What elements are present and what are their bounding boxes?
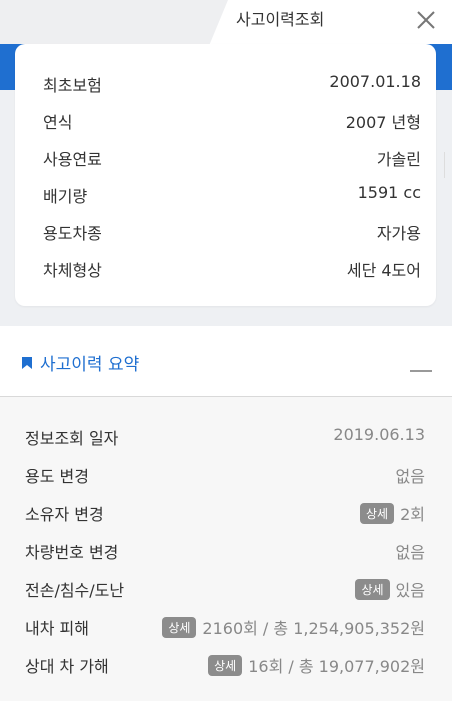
summary-value: 2019.06.13 [333,425,425,444]
summary-value: 16회 / 총 19,077,902원 [248,657,425,676]
info-row: 최초보험 2007.01.18 [43,68,421,98]
info-row: 배기량 1591 cc [43,179,421,209]
summary-row: 상대 차 가해 상세 16회 / 총 19,077,902원 [25,649,425,679]
side-indicator [444,152,452,178]
info-value: 세단 4도어 [346,261,421,280]
summary-value: 있음 [395,581,425,600]
info-row: 연식 2007 년형 [43,105,421,135]
info-label: 배기량 [43,187,88,206]
detail-button[interactable]: 상세 [208,655,243,676]
summary-label: 차량번호 변경 [25,543,119,562]
info-label: 차체형상 [43,261,102,280]
info-label: 연식 [43,113,73,132]
accident-summary-header: 사고이력 요약 [0,326,452,397]
info-label: 용도차종 [43,224,102,243]
summary-row: 내차 피해 상세 2160회 / 총 1,254,905,352원 [25,611,425,641]
summary-value-group: 상세 2160회 / 총 1,254,905,352원 [162,615,425,639]
page-title: 사고이력조회 [236,10,325,29]
info-value: 1591 cc [357,183,421,202]
top-bar: 사고이력조회 [0,0,452,44]
section-title: 사고이력 요약 [40,355,140,375]
summary-row: 차량번호 변경 없음 [25,535,425,565]
detail-button[interactable]: 상세 [355,579,390,600]
inactive-tab-area [0,0,228,44]
bookmark-icon [22,357,32,369]
info-value: 2007.01.18 [329,72,421,91]
info-row: 용도차종 자가용 [43,216,421,246]
info-row: 사용연료 가솔린 [43,142,421,172]
info-value: 가솔린 [376,150,421,169]
summary-row: 용도 변경 없음 [25,459,425,489]
collapse-icon[interactable] [410,370,432,372]
summary-value-group: 상세 16회 / 총 19,077,902원 [208,653,425,677]
summary-row: 소유자 변경 상세 2회 [25,497,425,527]
info-value: 2007 년형 [345,113,421,132]
summary-label: 용도 변경 [25,467,89,486]
info-value: 자가용 [376,224,421,243]
summary-value: 2회 [400,505,425,524]
summary-label: 전손/침수/도난 [25,581,125,600]
summary-label: 소유자 변경 [25,505,104,524]
summary-value: 없음 [395,467,425,486]
summary-row: 정보조회 일자 2019.06.13 [25,421,425,451]
accident-summary-list: 정보조회 일자 2019.06.13 용도 변경 없음 소유자 변경 상세 2회 … [0,397,452,701]
summary-label: 정보조회 일자 [25,429,119,448]
close-icon[interactable] [414,8,438,32]
summary-value: 없음 [395,543,425,562]
summary-label: 상대 차 가해 [25,657,109,676]
summary-value-group: 상세 있음 [355,577,425,601]
detail-button[interactable]: 상세 [360,503,395,524]
summary-row: 전손/침수/도난 상세 있음 [25,573,425,603]
info-label: 최초보험 [43,76,102,95]
vehicle-info-card: 최초보험 2007.01.18 연식 2007 년형 사용연료 가솔린 배기량 … [15,44,436,306]
info-label: 사용연료 [43,150,102,169]
info-row: 차체형상 세단 4도어 [43,253,421,283]
summary-label: 내차 피해 [25,619,89,638]
detail-button[interactable]: 상세 [162,617,197,638]
summary-value-group: 상세 2회 [360,501,425,525]
summary-value: 2160회 / 총 1,254,905,352원 [202,619,425,638]
